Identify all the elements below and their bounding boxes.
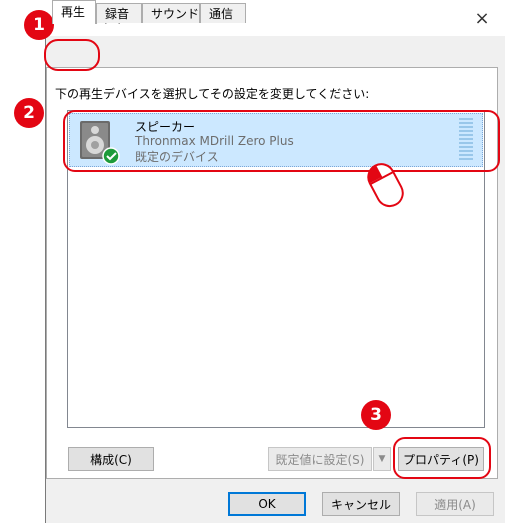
apply-button: 適用(A) [416,492,494,516]
tab-communications[interactable]: 通信 [200,3,246,23]
step-1-marker: 1 [24,10,54,40]
step-2-highlight [63,110,500,172]
step-3-marker: 3 [361,400,391,430]
step-3-highlight [393,437,491,479]
tab-recording[interactable]: 録音 [96,3,142,23]
tab-playback[interactable]: 再生 [52,0,96,24]
instruction-text: 下の再生デバイスを選択してその設定を変更してください: [55,87,370,101]
cancel-button[interactable]: キャンセル [322,492,400,516]
close-button[interactable]: × [459,0,505,36]
configure-button[interactable]: 構成(C) [68,447,154,471]
close-icon: × [474,7,490,29]
mouse-click-icon [367,163,404,208]
step-2-marker: 2 [14,98,44,128]
chevron-down-icon: ▼ [378,454,386,464]
ok-button[interactable]: OK [228,492,306,516]
set-default-dropdown: ▼ [373,447,391,471]
page-margin [0,0,45,523]
set-default-button: 既定値に設定(S) [268,447,372,471]
tab-sounds[interactable]: サウンド [142,3,200,23]
step-1-highlight [44,39,100,71]
